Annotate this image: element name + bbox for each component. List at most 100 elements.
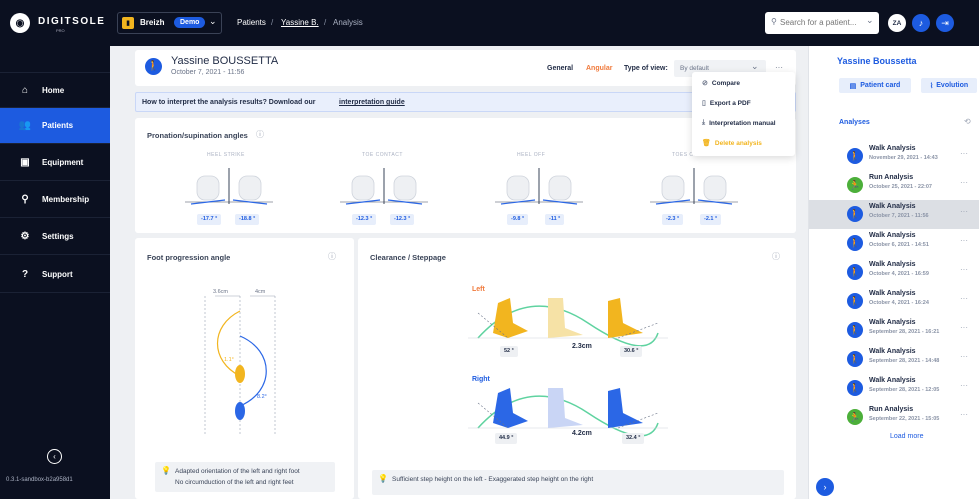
more-options-button[interactable]: ··· [775, 63, 783, 72]
clearance-left-diagram [468, 298, 668, 347]
more-icon[interactable]: ··· [960, 352, 968, 361]
logout-icon[interactable]: ⇥ [936, 14, 954, 32]
progression-note-1: Adapted orientation of the left and righ… [175, 468, 300, 475]
collapse-sidebar-icon[interactable]: ‹ [47, 449, 62, 464]
analysis-item[interactable]: 🚶 Walk Analysis September 28, 2021 - 12:… [809, 374, 979, 403]
info-icon[interactable]: ⓘ [328, 251, 336, 262]
clearance-title: Clearance / Steppage [370, 253, 446, 262]
menu-compare[interactable]: ⊘ Compare [692, 73, 795, 93]
analysis-item[interactable]: 🚶 Walk Analysis September 28, 2021 - 14:… [809, 345, 979, 374]
nav-home[interactable]: ⌂ Home [0, 72, 110, 108]
gear-icon: ⚙ [20, 231, 30, 242]
patient-card-button[interactable]: ▤ Patient card [839, 78, 911, 93]
walk-icon: 🚶 [847, 322, 863, 338]
breadcrumb-patients[interactable]: Patients [237, 18, 266, 27]
walk-icon: 🚶 [847, 351, 863, 367]
pronation-phase: HEEL STRIKE -17.7 ° -18.8 ° [175, 148, 315, 228]
analysis-item[interactable]: 🚶 Walk Analysis October 7, 2021 - 11:56 … [809, 200, 979, 229]
analysis-item[interactable]: 🚶 Walk Analysis November 29, 2021 - 14:4… [809, 142, 979, 171]
walk-icon: 🚶 [847, 293, 863, 309]
menu-interpretation-manual[interactable]: ⤓ Interpretation manual [692, 113, 795, 133]
help-icon: ? [21, 269, 29, 280]
search-box[interactable]: ⚲ ⌄ [765, 12, 879, 34]
evolution-button[interactable]: ⌇ Evolution [921, 78, 977, 93]
analysis-item[interactable]: 🏃 Run Analysis October 25, 2021 - 22:07 … [809, 171, 979, 200]
walk-icon: 🚶 [847, 206, 863, 222]
more-icon[interactable]: ··· [960, 236, 968, 245]
analysis-item[interactable]: 🏃 Run Analysis September 22, 2021 - 15:0… [809, 403, 979, 432]
angle-left: -9.8 ° [507, 214, 529, 225]
analysis-item[interactable]: 🚶 Walk Analysis October 4, 2021 - 16:24 … [809, 287, 979, 316]
analysis-date: October 7, 2021 - 11:56 [869, 213, 929, 219]
analysis-type: Walk Analysis [869, 319, 916, 326]
menu-delete-analysis[interactable]: 🗑 Delete analysis [692, 133, 795, 153]
more-icon[interactable]: ··· [960, 410, 968, 419]
nav-membership[interactable]: ⚲ Membership [0, 182, 110, 218]
bell-icon[interactable]: ♪ [912, 14, 930, 32]
nav-support[interactable]: ? Support [0, 257, 110, 293]
file-icon: ▯ [702, 100, 706, 107]
analysis-type: Walk Analysis [869, 145, 916, 152]
chevron-down-icon: ⌄ [209, 16, 217, 26]
view-type-value: By default [680, 65, 709, 72]
clearance-left-height: 2.3cm [572, 343, 592, 350]
more-icon[interactable]: ··· [960, 178, 968, 187]
pronation-title: Pronation/supination angles [147, 131, 248, 140]
analysis-type: Walk Analysis [869, 348, 916, 355]
options-menu: ⊘ Compare ▯ Export a PDF ⤓ Interpretation m… [692, 72, 795, 156]
link-icon: ⊘ [702, 80, 708, 87]
angle-right: -2.1 ° [700, 214, 722, 225]
clearance-note-text: Sufficient step height on the left - Exa… [392, 476, 594, 483]
nav-settings[interactable]: ⚙ Settings [0, 219, 110, 255]
angle-right: -18.8 ° [235, 214, 260, 225]
load-more-link[interactable]: Load more [890, 433, 923, 440]
more-icon[interactable]: ··· [960, 265, 968, 274]
workspace-selector[interactable]: ▮ Breizh Demo ⌄ [117, 12, 222, 34]
expand-panel-button[interactable]: › [816, 478, 834, 496]
user-avatar[interactable]: ZA [888, 14, 906, 32]
chevron-down-icon[interactable]: ⌄ [866, 15, 874, 26]
more-icon[interactable]: ··· [960, 294, 968, 303]
nav-label: Home [42, 85, 65, 95]
more-icon[interactable]: ··· [960, 323, 968, 332]
digitsole-logo-icon: ◉ [10, 13, 30, 33]
foot-pair-icon [495, 168, 583, 205]
more-icon[interactable]: ··· [960, 149, 968, 158]
analysis-date: September 28, 2021 - 14:48 [869, 358, 940, 364]
info-icon[interactable]: ⓘ [772, 251, 780, 262]
angle-left: -17.7 ° [197, 214, 222, 225]
search-input[interactable] [780, 16, 860, 29]
patients-icon: 👥 [18, 120, 32, 131]
nav-label: Support [42, 270, 73, 279]
lightbulb-icon: 💡 [161, 466, 171, 475]
phase-label: TOE CONTACT [362, 152, 403, 158]
card-icon: ▤ [849, 82, 857, 90]
menu-label: Interpretation manual [709, 119, 776, 127]
interpretation-guide-link[interactable]: interpretation guide [339, 99, 405, 106]
nav-patients[interactable]: 👥 Patients [0, 108, 110, 144]
brand-sub: PRO [56, 28, 65, 33]
more-icon[interactable]: ··· [960, 207, 968, 216]
analysis-type: Walk Analysis [869, 261, 916, 268]
nav-equipment[interactable]: ▣ Equipment [0, 145, 110, 181]
analysis-item[interactable]: 🚶 Walk Analysis October 6, 2021 - 14:51 … [809, 229, 979, 258]
analysis-item[interactable]: 🚶 Walk Analysis September 28, 2021 - 16:… [809, 316, 979, 345]
breadcrumb-patient[interactable]: Yassine B. [281, 18, 319, 27]
view-type-label: Type of view: [624, 65, 668, 72]
more-icon[interactable]: ··· [960, 381, 968, 390]
menu-export-pdf[interactable]: ▯ Export a PDF [692, 93, 795, 113]
banner-text: How to interpret the analysis results? D… [142, 99, 316, 106]
run-icon: 🏃 [847, 409, 863, 425]
analysis-type: Walk Analysis [869, 290, 916, 297]
equipment-icon: ▣ [20, 157, 30, 168]
clearance-left-label: Left [472, 286, 485, 293]
info-icon[interactable]: ⓘ [256, 129, 264, 140]
analyses-title: Analyses [839, 119, 870, 126]
walk-icon: 🚶 [847, 148, 863, 164]
tab-angular[interactable]: Angular [586, 65, 612, 72]
analysis-date: October 7, 2021 - 11:56 [171, 69, 245, 76]
angle-right: -11 ° [545, 214, 565, 225]
analysis-item[interactable]: 🚶 Walk Analysis October 4, 2021 - 16:59 … [809, 258, 979, 287]
tab-general[interactable]: General [547, 65, 573, 72]
refresh-icon[interactable]: ⟲ [964, 117, 971, 126]
